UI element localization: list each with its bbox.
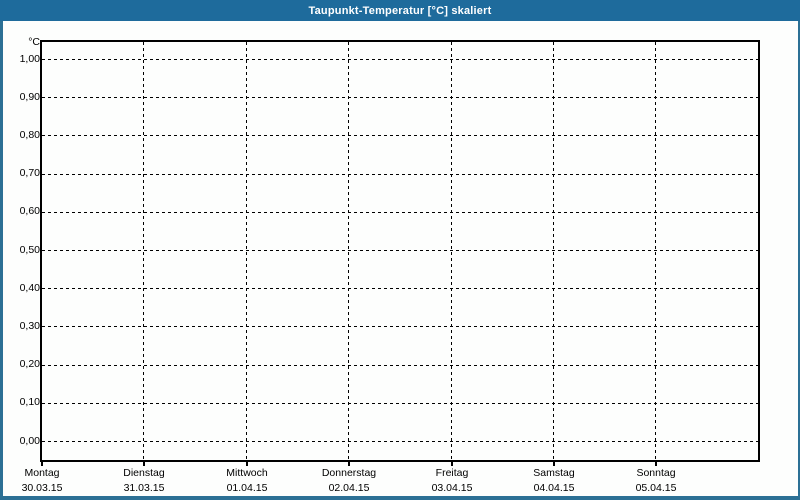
y-tick-label: 0,60 bbox=[19, 205, 40, 217]
y-tick-label: 0,70 bbox=[19, 167, 40, 179]
x-axis-tick bbox=[41, 462, 43, 466]
h-gridline bbox=[42, 441, 758, 442]
h-gridline bbox=[42, 403, 758, 404]
h-gridline bbox=[42, 326, 758, 327]
h-gridline bbox=[42, 135, 758, 136]
h-gridline bbox=[42, 365, 758, 366]
v-gridline bbox=[553, 42, 554, 460]
y-tick-label: 0,80 bbox=[19, 129, 40, 141]
v-gridline bbox=[348, 42, 349, 460]
x-axis-tick bbox=[451, 462, 453, 466]
x-axis-tick bbox=[246, 462, 248, 466]
y-axis-unit-label: °C bbox=[28, 36, 40, 48]
x-day-label: Sonntag bbox=[636, 467, 676, 479]
h-gridline bbox=[42, 59, 758, 60]
h-gridline bbox=[42, 250, 758, 251]
x-date-label: 05.04.15 bbox=[635, 482, 677, 494]
chart-canvas: °C 1,00 0,90 0,80 0,70 0,60 0,50 0,40 0,30 0,20 0… bbox=[3, 21, 798, 496]
x-axis-tick bbox=[655, 462, 657, 466]
y-tick-label: 0,00 bbox=[19, 435, 40, 447]
v-gridline bbox=[451, 42, 452, 460]
y-tick-label: 0,90 bbox=[19, 91, 40, 103]
h-gridline bbox=[42, 212, 758, 213]
x-date-label: 31.03.15 bbox=[123, 482, 165, 494]
x-axis-tick bbox=[348, 462, 350, 466]
window-title: Taupunkt-Temperatur [°C] skaliert bbox=[308, 4, 492, 17]
y-tick-label: 1,00 bbox=[19, 53, 40, 65]
plot-area bbox=[40, 40, 760, 462]
app-window: Taupunkt-Temperatur [°C] skaliert °C 1,0… bbox=[0, 0, 800, 500]
v-gridline bbox=[246, 42, 247, 460]
v-gridline bbox=[655, 42, 656, 460]
x-axis-tick bbox=[553, 462, 555, 466]
y-tick-label: 0,50 bbox=[19, 244, 40, 256]
x-day-label: Dienstag bbox=[123, 467, 165, 479]
y-tick-label: 0,30 bbox=[19, 320, 40, 332]
y-tick-label: 0,20 bbox=[19, 358, 40, 370]
window-title-bar: Taupunkt-Temperatur [°C] skaliert bbox=[0, 0, 800, 21]
x-axis-tick bbox=[143, 462, 145, 466]
h-gridline bbox=[42, 288, 758, 289]
h-gridline bbox=[42, 174, 758, 175]
x-date-label: 02.04.15 bbox=[328, 482, 370, 494]
y-tick-label: 0,10 bbox=[19, 396, 40, 408]
y-tick-label: 0,40 bbox=[19, 282, 40, 294]
x-day-label: Donnerstag bbox=[321, 467, 377, 479]
v-gridline bbox=[143, 42, 144, 460]
h-gridline bbox=[42, 97, 758, 98]
